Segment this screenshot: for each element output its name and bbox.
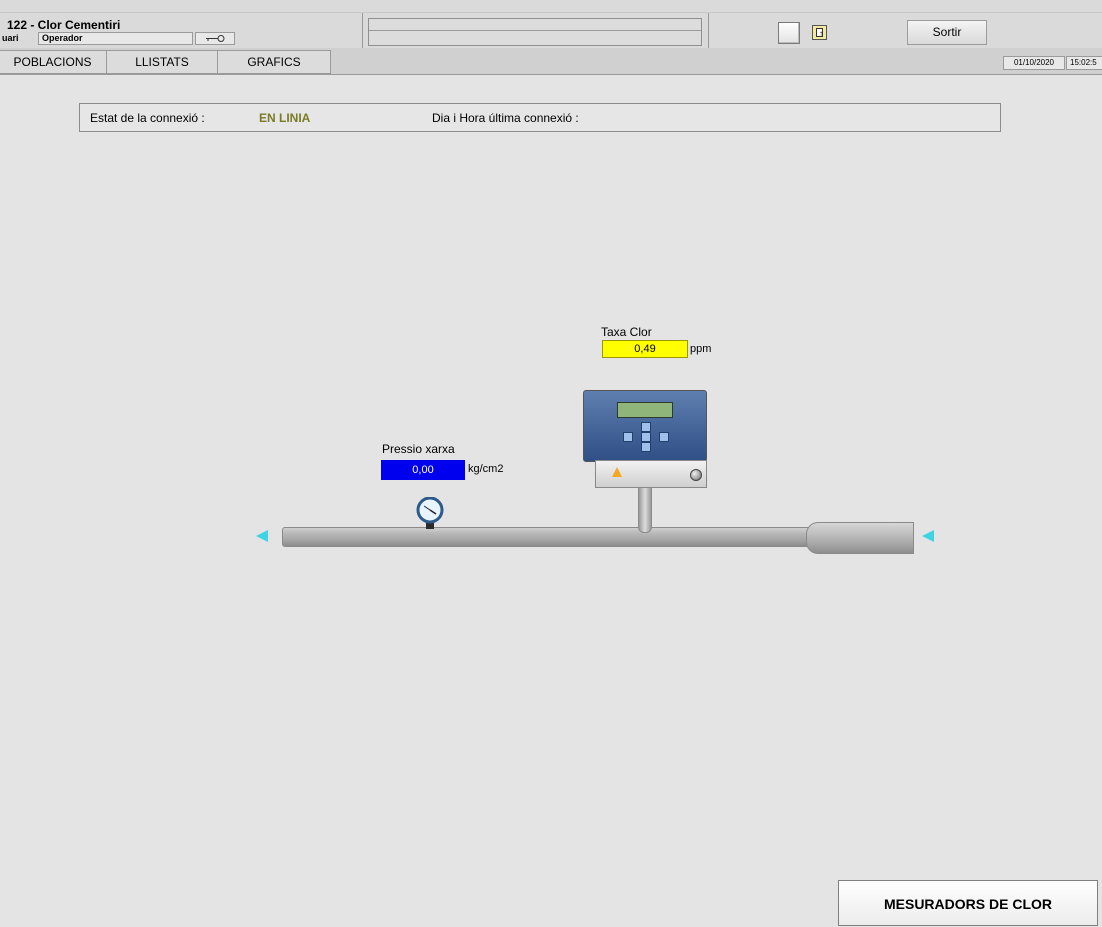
pipe-outlet xyxy=(806,522,914,554)
warning-icon xyxy=(612,467,622,477)
connection-status-label: Estat de la connexió : xyxy=(90,111,205,125)
key-icon xyxy=(206,35,225,42)
header-separator xyxy=(708,13,709,48)
pressio-xarxa-unit: kg/cm2 xyxy=(468,463,504,475)
menu-poblacions[interactable]: POBLACIONS xyxy=(0,50,107,74)
mesuradors-de-clor-button[interactable]: MESURADORS DE CLOR xyxy=(838,880,1098,926)
analyzer-base xyxy=(595,460,707,488)
last-connection-label: Dia i Hora última connexió : xyxy=(432,111,579,125)
export-icon[interactable]: ↑ xyxy=(812,25,827,40)
water-pipe xyxy=(282,527,814,547)
header-separator xyxy=(362,13,363,48)
analyzer-key-left xyxy=(623,432,633,442)
pressure-gauge-icon[interactable] xyxy=(416,497,444,529)
analyzer-key-down xyxy=(641,442,651,452)
current-time: 15:02:5 xyxy=(1066,56,1102,70)
pressio-xarxa-label: Pressio xarxa xyxy=(382,442,455,456)
status-box-divider xyxy=(369,30,701,31)
status-message-box xyxy=(368,18,702,46)
chlorine-analyzer-icon[interactable] xyxy=(583,390,707,488)
menu-llistats[interactable]: LLISTATS xyxy=(106,50,218,74)
sortir-button[interactable]: Sortir xyxy=(907,20,987,45)
current-date: 01/10/2020 xyxy=(1003,56,1065,70)
login-key-button[interactable] xyxy=(195,32,235,45)
menu-grafics[interactable]: GRAFICS xyxy=(217,50,331,74)
toggle-checkbox[interactable] xyxy=(778,22,800,44)
taxa-clor-label: Taxa Clor xyxy=(601,325,652,339)
station-title: 122 - Clor Cementiri xyxy=(7,18,121,32)
taxa-clor-unit: ppm xyxy=(690,343,712,355)
user-field[interactable]: Operador xyxy=(38,32,193,45)
analyzer-knob xyxy=(690,469,702,481)
analyzer-riser-pipe xyxy=(638,484,652,533)
header-divider xyxy=(0,12,1102,13)
user-label: uari xyxy=(2,33,19,43)
pressio-xarxa-value: 0,00 xyxy=(381,460,465,480)
flow-arrow-left-icon xyxy=(256,530,268,542)
analyzer-key-up xyxy=(641,422,651,432)
connection-status-value: EN LINIA xyxy=(259,111,311,125)
analyzer-key-center xyxy=(641,432,651,442)
flow-arrow-right-icon xyxy=(922,530,934,542)
analyzer-display xyxy=(617,402,673,418)
taxa-clor-value: 0,49 xyxy=(602,340,688,358)
analyzer-key-right xyxy=(659,432,669,442)
